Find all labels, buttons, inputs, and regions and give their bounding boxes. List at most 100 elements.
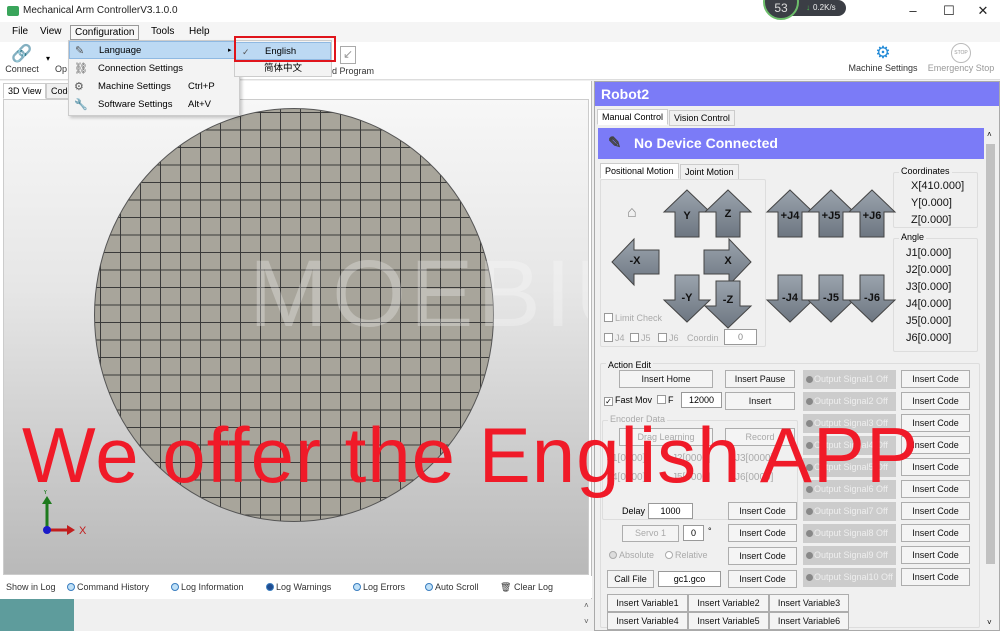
jog-plus-z-button[interactable]: Z xyxy=(703,188,753,238)
insert-code-button-mode[interactable]: Insert Code xyxy=(728,547,797,565)
menu-view[interactable]: View xyxy=(36,25,66,40)
close-button[interactable]: ✕ xyxy=(968,3,998,19)
file-input[interactable]: gc1.gco xyxy=(658,571,721,587)
limit-check-checkbox[interactable]: Limit Check xyxy=(604,313,662,323)
jog-label: +J6 xyxy=(862,210,882,222)
j5-checkbox[interactable]: J5 xyxy=(630,333,651,343)
jog-minus-x-button[interactable]: -X xyxy=(610,237,660,287)
f-checkbox[interactable]: F xyxy=(657,395,674,405)
log-option-command-history[interactable]: Command History xyxy=(67,582,149,592)
jog-plus-j6-button[interactable]: +J6 xyxy=(847,188,897,238)
log-scroll-down-icon[interactable]: ˅ xyxy=(584,617,589,626)
servo-value-input[interactable]: 0 xyxy=(683,525,704,541)
connect-dropdown-icon[interactable]: ▾ xyxy=(46,54,50,63)
insert-code-button-servo[interactable]: Insert Code xyxy=(728,524,797,542)
output-signal-2-toggle[interactable]: Output Signal2 Off xyxy=(803,392,896,411)
log-scroll-up-icon[interactable]: ˄ xyxy=(584,601,589,610)
insert-code-signal-7-button[interactable]: Insert Code xyxy=(901,502,970,520)
menu-item-connection-settings[interactable]: ⛓ Connection Settings xyxy=(69,60,239,78)
led-icon xyxy=(806,376,813,383)
insert-variable-1[interactable]: Insert Variable1 xyxy=(607,594,688,612)
log-side-tab[interactable] xyxy=(0,599,74,631)
clear-log-button[interactable]: 🗑 Clear Log xyxy=(500,582,553,593)
insert-code-signal-9-button[interactable]: Insert Code xyxy=(901,546,970,564)
machine-settings-label: Machine Settings xyxy=(848,63,918,73)
j6-checkbox[interactable]: J6 xyxy=(658,333,679,343)
x-axis-head xyxy=(67,525,75,535)
configuration-menu: ✎ Language ▸ ⛓ Connection Settings ⚙ Mac… xyxy=(68,40,240,116)
insert-pause-button[interactable]: Insert Pause xyxy=(725,370,795,388)
servo-button[interactable]: Servo 1 xyxy=(622,525,679,542)
menu-file[interactable]: File xyxy=(8,25,32,40)
degree-label: ° xyxy=(708,526,712,536)
coord-x: X[410.000] xyxy=(911,180,965,192)
emergency-stop-button[interactable]: STOP Emergency Stop xyxy=(924,43,998,73)
insert-code-signal-2-button[interactable]: Insert Code xyxy=(901,392,970,410)
angle-j5: J5[0.000] xyxy=(906,315,952,327)
delay-input[interactable]: 1000 xyxy=(648,503,693,519)
panel-scroll-thumb[interactable] xyxy=(986,144,995,564)
log-option-auto-scroll[interactable]: Auto Scroll xyxy=(425,582,479,592)
radio-selected-icon xyxy=(266,583,274,591)
3d-viewport[interactable]: MOEBIUS X Y xyxy=(3,99,589,575)
call-file-button[interactable]: Call File xyxy=(607,570,654,588)
output-signal-8-toggle[interactable]: Output Signal8 Off xyxy=(803,524,896,543)
tab-joint-motion[interactable]: Joint Motion xyxy=(680,164,739,180)
menu-item-language[interactable]: ✎ Language ▸ xyxy=(69,41,239,59)
menu-tools[interactable]: Tools xyxy=(147,25,178,40)
insert-variable-5[interactable]: Insert Variable5 xyxy=(688,612,769,630)
jog-label: -Z xyxy=(722,294,734,306)
insert-home-button[interactable]: Insert Home xyxy=(619,370,713,388)
menu-item-software-settings[interactable]: 🔧 Software Settings Alt+V xyxy=(69,96,239,114)
insert-code-button-delay[interactable]: Insert Code xyxy=(728,502,797,520)
load-program-button[interactable]: d Program xyxy=(332,66,374,76)
angle-j2: J2[0.000] xyxy=(906,264,952,276)
output-signal-7-toggle[interactable]: Output Signal7 Off xyxy=(803,502,896,521)
absolute-radio[interactable]: Absolute xyxy=(609,550,654,560)
load-program-icon: ↙ xyxy=(340,46,356,64)
scroll-up-icon[interactable]: ˄ xyxy=(987,130,992,139)
coordin-input[interactable]: 0 xyxy=(724,329,757,345)
insert-code-button-file[interactable]: Insert Code xyxy=(728,570,797,588)
log-option-log-information[interactable]: Log Information xyxy=(171,582,244,592)
f-value-input[interactable]: 12000 xyxy=(681,392,722,408)
home-button[interactable]: ⌂ xyxy=(627,204,637,222)
insert-code-signal-8-button[interactable]: Insert Code xyxy=(901,524,970,542)
insert-variable-2[interactable]: Insert Variable2 xyxy=(688,594,769,612)
fast-move-checkbox[interactable]: ✓ Fast Mov xyxy=(604,395,652,406)
insert-variable-3[interactable]: Insert Variable3 xyxy=(769,594,849,612)
wrench-icon: 🔧 xyxy=(74,99,88,111)
tab-manual-control[interactable]: Manual Control xyxy=(597,109,669,125)
tab-vision-control[interactable]: Vision Control xyxy=(669,110,735,126)
connect-label: Connect xyxy=(5,64,39,74)
log-option-log-warnings[interactable]: Log Warnings xyxy=(266,582,331,592)
jog-minus-j6-button[interactable]: -J6 xyxy=(847,274,897,324)
menu-item-machine-settings[interactable]: ⚙ Machine Settings Ctrl+P xyxy=(69,78,239,96)
output-signal-10-toggle[interactable]: Output Signal10 Off xyxy=(803,568,896,587)
maximize-button[interactable]: ☐ xyxy=(934,3,964,19)
insert-code-signal-10-button[interactable]: Insert Code xyxy=(901,568,970,586)
download-arrow-icon: ↓ xyxy=(806,3,810,12)
title-bar: Mechanical Arm ControllerV3.1.0.0 – ☐ ✕ xyxy=(0,0,1000,22)
jog-minus-z-button[interactable]: -Z xyxy=(703,280,753,330)
log-option-log-errors[interactable]: Log Errors xyxy=(353,582,405,592)
insert-code-signal-1-button[interactable]: Insert Code xyxy=(901,370,970,388)
scroll-down-icon[interactable]: ˅ xyxy=(987,618,992,627)
output-signal-1-toggle[interactable]: Output Signal1 Off xyxy=(803,370,896,389)
menu-configuration[interactable]: Configuration xyxy=(70,25,140,40)
tab-3d-view[interactable]: 3D View xyxy=(3,83,47,99)
insert-variable-4[interactable]: Insert Variable4 xyxy=(607,612,688,630)
minimize-button[interactable]: – xyxy=(898,3,928,19)
insert-variable-6[interactable]: Insert Variable6 xyxy=(769,612,849,630)
connect-button[interactable]: 🔗 Connect xyxy=(3,44,41,74)
log-area[interactable] xyxy=(0,599,592,631)
output-signal-9-toggle[interactable]: Output Signal9 Off xyxy=(803,546,896,565)
menu-help[interactable]: Help xyxy=(185,25,214,40)
open-button[interactable]: Op xyxy=(55,64,67,74)
language-chinese[interactable]: 简体中文 xyxy=(235,60,331,78)
machine-settings-button[interactable]: ⚙ Machine Settings xyxy=(845,43,921,73)
j4-checkbox[interactable]: J4 xyxy=(604,333,625,343)
relative-radio[interactable]: Relative xyxy=(665,550,708,560)
insert-button[interactable]: Insert xyxy=(725,392,795,410)
tab-positional-motion[interactable]: Positional Motion xyxy=(600,163,679,179)
